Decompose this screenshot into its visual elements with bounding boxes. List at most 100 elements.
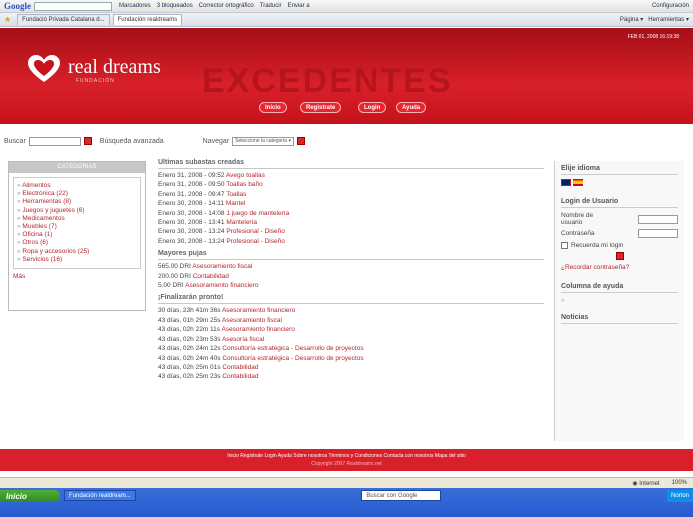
nav-ayuda[interactable]: Ayuda xyxy=(396,102,427,113)
toolbar-item-blocked[interactable]: 3 bloqueados xyxy=(157,3,193,9)
uk-flag-icon[interactable] xyxy=(561,179,571,186)
category-item[interactable]: » Servicios (16) xyxy=(17,256,137,264)
auction-row[interactable]: Enero 31, 2008 - 09:50 Toallas baño xyxy=(158,180,544,189)
nav-login[interactable]: Login xyxy=(358,102,387,113)
auction-row-link[interactable]: Mantel xyxy=(226,200,246,207)
main-content: Ultimas subastas creadas Enero 31, 2008 … xyxy=(158,159,544,382)
bid-row-link[interactable]: Contabilidad xyxy=(193,273,229,280)
ending-row-meta: 43 días, 02h 24m 12s xyxy=(158,345,223,353)
auction-row-link[interactable]: Profesional - Diseño xyxy=(226,238,285,245)
nav-registrate[interactable]: Registrate xyxy=(300,102,342,113)
categories-panel: CATEGORIAS » Alimentos » Electrónica (22… xyxy=(8,161,146,311)
auction-row-link[interactable]: 1 juego de mantelería xyxy=(226,210,289,217)
auction-row-link[interactable]: Avego toallas xyxy=(226,172,265,179)
category-item[interactable]: » Oficina (1) xyxy=(17,231,137,239)
section-title-pujas: Mayores pujas xyxy=(158,250,544,261)
spain-flag-icon[interactable] xyxy=(573,179,583,186)
page-menu[interactable]: Página ▾ Herramientas ▾ xyxy=(620,16,689,23)
bid-row-link[interactable]: Asesoramiento financiero xyxy=(185,282,258,289)
ending-row[interactable]: 43 días, 02h 25m 23s Contabilidad xyxy=(158,372,544,381)
search-input[interactable] xyxy=(28,136,81,146)
favorites-star-icon[interactable]: ★ xyxy=(4,15,11,24)
ending-row-meta: 43 días, 02h 23m 53s xyxy=(158,335,222,343)
category-item[interactable]: » Alimentos xyxy=(17,182,137,190)
bid-row-link[interactable]: Asesoramiento fiscal xyxy=(192,263,252,270)
ending-row-link[interactable]: Asesoramiento fiscal xyxy=(222,317,282,324)
site-logo-text[interactable]: real dreams xyxy=(68,56,161,79)
auction-row[interactable]: Enero 30, 2008 - 13:24 Profesional - Dis… xyxy=(158,237,544,246)
toolbar-item-bookmarks[interactable]: Marcadores xyxy=(119,3,151,9)
bid-row[interactable]: 200.00 DRI Contabilidad xyxy=(158,272,544,281)
ending-row[interactable]: 43 días, 02h 25m 01s Contabilidad xyxy=(158,363,544,372)
auction-row[interactable]: Enero 30, 2008 - 13:24 Profesional - Dis… xyxy=(158,227,544,236)
category-item[interactable]: » Otros (6) xyxy=(17,239,137,247)
category-item[interactable]: » Medicamentos xyxy=(17,215,137,223)
subastas-list: Enero 31, 2008 - 09:52 Avego toallas Ener… xyxy=(158,171,544,246)
ending-row[interactable]: 43 días, 02h 22m 11s Asesoramiento finan… xyxy=(158,325,544,334)
category-item[interactable]: » Electrónica (22) xyxy=(17,190,137,198)
ending-row-link[interactable]: Consultoría estratégica - Desarrollo de … xyxy=(222,355,363,362)
search-button[interactable] xyxy=(83,137,92,145)
auction-row-link[interactable]: Toallas xyxy=(226,191,246,198)
ending-row[interactable]: 43 días, 02h 24m 12s Consultoría estraté… xyxy=(158,344,544,353)
ending-row[interactable]: 30 días, 23h 41m 36s Asesoramiento finan… xyxy=(158,306,544,315)
auction-row-link[interactable]: Mantelería xyxy=(226,219,257,226)
auction-row-link[interactable]: Toallas baño xyxy=(226,181,263,188)
toolbar-item-translate[interactable]: Traducir xyxy=(260,3,282,9)
tab-fundacio[interactable]: Fundació Privada Catalana d... xyxy=(17,14,110,25)
ending-row-link[interactable]: Asesoramiento financiero xyxy=(222,307,295,314)
help-bullet: » xyxy=(561,297,565,304)
site-footer: Inicio Registrate Login Ayuda Sobre noso… xyxy=(0,449,693,471)
ending-row-link[interactable]: Contabilidad xyxy=(222,373,258,380)
ending-row[interactable]: 43 días, 02h 24m 40s Consultoría estraté… xyxy=(158,354,544,363)
google-search-input[interactable] xyxy=(34,1,112,11)
ending-row-link[interactable]: Contabilidad xyxy=(222,364,258,371)
category-item[interactable]: » Herramientas (8) xyxy=(17,198,137,206)
category-item[interactable]: » Juegos y juguetes (6) xyxy=(17,207,137,215)
auction-row-link[interactable]: Profesional - Diseño xyxy=(226,228,285,235)
toolbar-item-spellcheck[interactable]: Corrector ortográfico xyxy=(199,3,254,9)
username-field[interactable] xyxy=(638,214,678,224)
ending-row-link[interactable]: Asesoría fiscal xyxy=(222,336,264,343)
ending-row-link[interactable]: Asesoramiento financiero xyxy=(221,326,294,333)
remember-checkbox[interactable] xyxy=(561,242,568,249)
auction-row[interactable]: Enero 30, 2008 - 13:41 Mantelería xyxy=(158,218,544,227)
nav-inicio[interactable]: Inicio xyxy=(259,102,287,113)
forgot-password-link[interactable]: ¿Recordar contraseña? xyxy=(561,264,678,271)
ending-row[interactable]: 43 días, 01h 29m 25s Asesoramiento fisca… xyxy=(158,316,544,325)
ending-row-link[interactable]: Consultoría estratégica - Desarrollo de … xyxy=(222,345,363,352)
username-label: Nombre de usuario xyxy=(561,212,594,226)
google-logo[interactable]: Google xyxy=(4,1,31,11)
advanced-search-link[interactable]: Búsqueda avanzada xyxy=(100,138,164,145)
tab-realdreams[interactable]: Fundación realdreams xyxy=(112,14,183,25)
norton-icon[interactable]: Norton xyxy=(671,493,689,499)
taskbar-google-search[interactable]: Buscar con Google xyxy=(361,490,442,501)
toolbar-config[interactable]: Configuración xyxy=(652,3,689,9)
toolbar-item-send[interactable]: Enviar a xyxy=(288,3,310,9)
more-categories-link[interactable]: Más xyxy=(13,273,145,280)
zoom-level[interactable]: 100% xyxy=(672,480,687,486)
navegar-button[interactable] xyxy=(297,137,305,145)
login-submit-button[interactable] xyxy=(615,252,624,260)
password-field[interactable] xyxy=(638,229,678,238)
bid-row[interactable]: 5.00 DRI Asesoramiento financiero xyxy=(158,281,544,290)
category-select[interactable]: Seleccione la categoría ▾ xyxy=(232,136,294,146)
language-title: Elije idioma xyxy=(561,165,678,175)
auction-row[interactable]: Enero 31, 2008 - 09:47 Toallas xyxy=(158,190,544,199)
category-item[interactable]: » Muebles (7) xyxy=(17,223,137,231)
auction-row[interactable]: Enero 31, 2008 - 09:52 Avego toallas xyxy=(158,171,544,180)
auction-row[interactable]: Enero 30, 2008 - 14:11 Mantel xyxy=(158,199,544,208)
ending-row-meta: 43 días, 02h 24m 40s xyxy=(158,354,223,362)
footer-copyright: Copyright 2007 Realdreams.net xyxy=(311,461,382,467)
category-label: Ropa y accesorios (25) xyxy=(22,247,90,255)
finalizan-list: 30 días, 23h 41m 36s Asesoramiento finan… xyxy=(158,306,544,381)
ending-row[interactable]: 43 días, 02h 23m 53s Asesoría fiscal xyxy=(158,335,544,344)
footer-links[interactable]: Inicio Registrate Login Ayuda Sobre noso… xyxy=(0,453,693,459)
auction-row-meta: Enero 30, 2008 - 14:08 xyxy=(158,209,227,217)
heart-logo-icon xyxy=(28,55,60,82)
taskbar-browser-window[interactable]: Fundación realdream... xyxy=(64,490,136,501)
category-item[interactable]: » Ropa y accesorios (25) xyxy=(17,248,137,256)
bid-row[interactable]: 565.00 DRI Asesoramiento fiscal xyxy=(158,262,544,271)
auction-row[interactable]: Enero 30, 2008 - 14:08 1 juego de mantel… xyxy=(158,209,544,218)
start-button[interactable]: Inicio xyxy=(0,490,60,502)
